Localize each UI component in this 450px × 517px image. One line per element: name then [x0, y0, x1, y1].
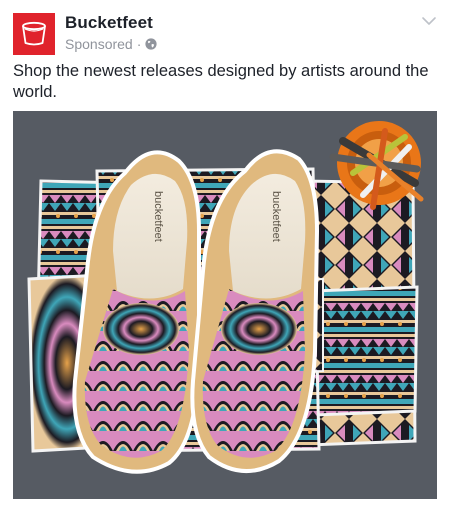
sponsored-label[interactable]: Sponsored — [65, 36, 133, 52]
chevron-down-icon[interactable] — [421, 15, 437, 27]
globe-icon — [145, 38, 157, 50]
left-shoe-brand: bucketfeet — [152, 191, 164, 242]
page-avatar[interactable] — [13, 13, 55, 55]
product-photo: bucketfeet bucketfeet — [13, 111, 437, 499]
post-image[interactable]: bucketfeet bucketfeet — [13, 111, 437, 499]
post-caption: Shop the newest releases designed by art… — [13, 62, 429, 101]
sponsored-post: Bucketfeet Sponsored · Shop the newest r… — [0, 0, 450, 517]
bucketfeet-logo-icon — [13, 13, 55, 55]
post-meta: Sponsored · — [65, 36, 157, 52]
post-header: Bucketfeet Sponsored · — [13, 10, 437, 56]
page-name[interactable]: Bucketfeet — [65, 13, 153, 33]
right-shoe-brand: bucketfeet — [270, 191, 282, 242]
meta-separator: · — [136, 36, 142, 52]
